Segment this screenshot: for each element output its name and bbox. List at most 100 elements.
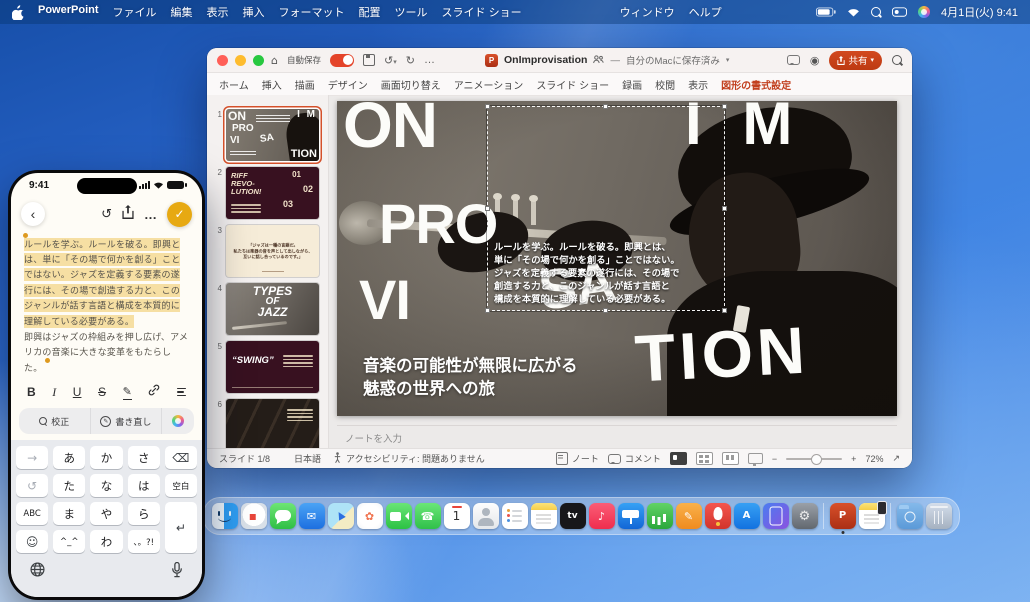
key-undo[interactable]: ↺ [16,474,48,497]
language-indicator[interactable]: 日本語 [294,452,321,465]
menu-help[interactable]: ヘルプ [689,4,722,20]
key-ha[interactable]: は [128,474,160,497]
back-button[interactable]: ‹ [21,202,45,226]
dock-music[interactable]: ♪ [589,503,615,529]
key-wa[interactable]: わ [90,530,122,553]
autosave-toggle[interactable] [330,54,354,67]
zoom-out-button[interactable]: − [772,454,777,464]
bold-button[interactable]: B [27,385,36,399]
share-button[interactable]: 共有 ▾ [829,51,882,70]
zoom-in-button[interactable]: + [851,454,856,464]
dock-trash[interactable] [926,503,952,529]
key-cursor[interactable]: → [16,446,48,469]
dock-contacts[interactable] [473,503,499,529]
redo-button[interactable]: ↻ [406,54,415,67]
dock-calendar[interactable]: 1 [444,503,470,529]
tab-transitions[interactable]: 画面切り替え [381,77,441,92]
memo-text-area[interactable]: ルールを学ぶ。ルールを破る。即興とは、単に「その場で何かを創る」ことではない。ジ… [11,231,202,377]
list-format-button[interactable] [177,388,186,396]
slide-thumbnail-4[interactable]: TYPES OF JAZZ [226,283,319,335]
apple-intelligence-button[interactable] [161,408,194,434]
dock-powerpoint[interactable]: P [830,503,856,529]
selection-handle-start[interactable] [23,233,28,238]
dock-messages[interactable] [270,503,296,529]
more-tools-button[interactable]: … [424,54,436,66]
comment-icon[interactable] [608,454,621,464]
search-icon[interactable] [871,7,881,17]
highlighter-button[interactable]: ✎ [123,385,132,400]
underline-button[interactable]: U [73,385,82,399]
slide-counter[interactable]: スライド 1/8 [219,452,270,465]
battery-icon[interactable] [816,7,836,17]
key-ra[interactable]: ら [128,502,160,525]
done-button[interactable]: ✓ [167,202,192,227]
tab-home[interactable]: ホーム [219,77,249,92]
resize-handle[interactable] [485,308,490,313]
selection-handle-end[interactable] [45,358,50,363]
memo-paragraph[interactable]: 即興はジャズの枠組みを押し広げ、アメリカの音楽に大きな変革をもたらした。 [24,330,189,376]
key-ya[interactable]: や [90,502,122,525]
globe-key[interactable] [30,562,45,582]
slide-thumbnail-3[interactable]: 「ジャズは一種の言語だ。 私たちは楽器の音を声として出しながら、 互いに話し合っ… [226,225,319,277]
text-box-content[interactable]: ルールを学ぶ。ルールを破る。即興とは、 単に「その場で何かを創る」ことではない。… [494,242,680,304]
save-icon[interactable] [363,54,375,66]
comments-toggle[interactable]: コメント [625,452,661,465]
home-icon[interactable]: ⌂ [271,54,278,67]
dock-rocket[interactable] [705,503,731,529]
accessibility-status[interactable]: アクセシビリティ: 問題ありません [346,452,485,465]
more-button[interactable]: … [144,207,157,222]
dock-mail[interactable]: ✉ [299,503,325,529]
dictation-key[interactable] [171,562,183,583]
resize-handle[interactable] [722,104,727,109]
tab-shape-format[interactable]: 図形の書式設定 [721,77,791,92]
menu-view[interactable]: 表示 [207,4,229,20]
zoom-level[interactable]: 72% [865,454,883,464]
menu-arrange[interactable]: 配置 [359,4,381,20]
dock-maps[interactable]: ▲ [328,503,354,529]
key-na[interactable]: な [90,474,122,497]
key-ma[interactable]: ま [53,502,85,525]
dock-keynote[interactable] [618,503,644,529]
key-a[interactable]: あ [53,446,85,469]
dock-handoff-notes[interactable] [859,503,885,529]
key-return[interactable]: ↵ [165,502,197,553]
undo-button[interactable]: ↺ [101,207,112,222]
selected-text[interactable]: ルールを学ぶ。ルールを破る。即興とは、単に「その場で何かを創る」ことではない。ジ… [24,238,180,328]
tab-design[interactable]: デザイン [328,77,368,92]
fit-slide-button[interactable]: ↗ [892,454,900,464]
slide-caption[interactable]: 音楽の可能性が無限に広がる 魅惑の世界への旅 [363,355,578,401]
resize-handle[interactable] [603,104,608,109]
zoom-slider-knob[interactable] [811,454,822,465]
key-space[interactable]: 空白 [165,474,197,497]
proofread-button[interactable]: 校正 [19,408,90,434]
record-icon[interactable]: ◉ [810,54,820,67]
dock-numbers[interactable] [647,503,673,529]
notes-placeholder[interactable]: ノートを入力 [345,431,402,445]
key-ka[interactable]: か [90,446,122,469]
minimize-button[interactable] [235,55,246,66]
tab-slideshow[interactable]: スライド ショー [536,77,609,92]
dock-finder[interactable] [212,503,238,529]
apple-logo-icon[interactable] [12,5,24,20]
strikethrough-button[interactable]: S [98,385,106,399]
dock-phone[interactable]: ☎ [415,503,441,529]
key-kaomoji[interactable]: ^_^ [53,530,85,553]
dock-iphone-mirroring[interactable] [763,503,789,529]
close-button[interactable] [217,55,228,66]
menu-file[interactable]: ファイル [113,4,157,20]
save-status[interactable]: 自分のMacに保存済み [626,53,720,67]
siri-icon[interactable] [918,6,930,18]
dock-facetime[interactable] [386,503,412,529]
dock-photos[interactable]: ✿ [357,503,383,529]
key-sa[interactable]: さ [128,446,160,469]
slide-thumbnail-1[interactable]: ON I M PRO VI SA TION [226,109,319,161]
tab-animations[interactable]: アニメーション [454,77,524,92]
notes-icon[interactable] [556,452,568,465]
resize-handle[interactable] [485,206,490,211]
dock-pages[interactable]: ✎ [676,503,702,529]
comments-icon[interactable] [787,55,800,65]
italic-button[interactable]: I [52,385,56,400]
tab-draw[interactable]: 描画 [295,77,315,92]
search-icon[interactable] [892,55,902,65]
resize-handle[interactable] [603,308,608,313]
